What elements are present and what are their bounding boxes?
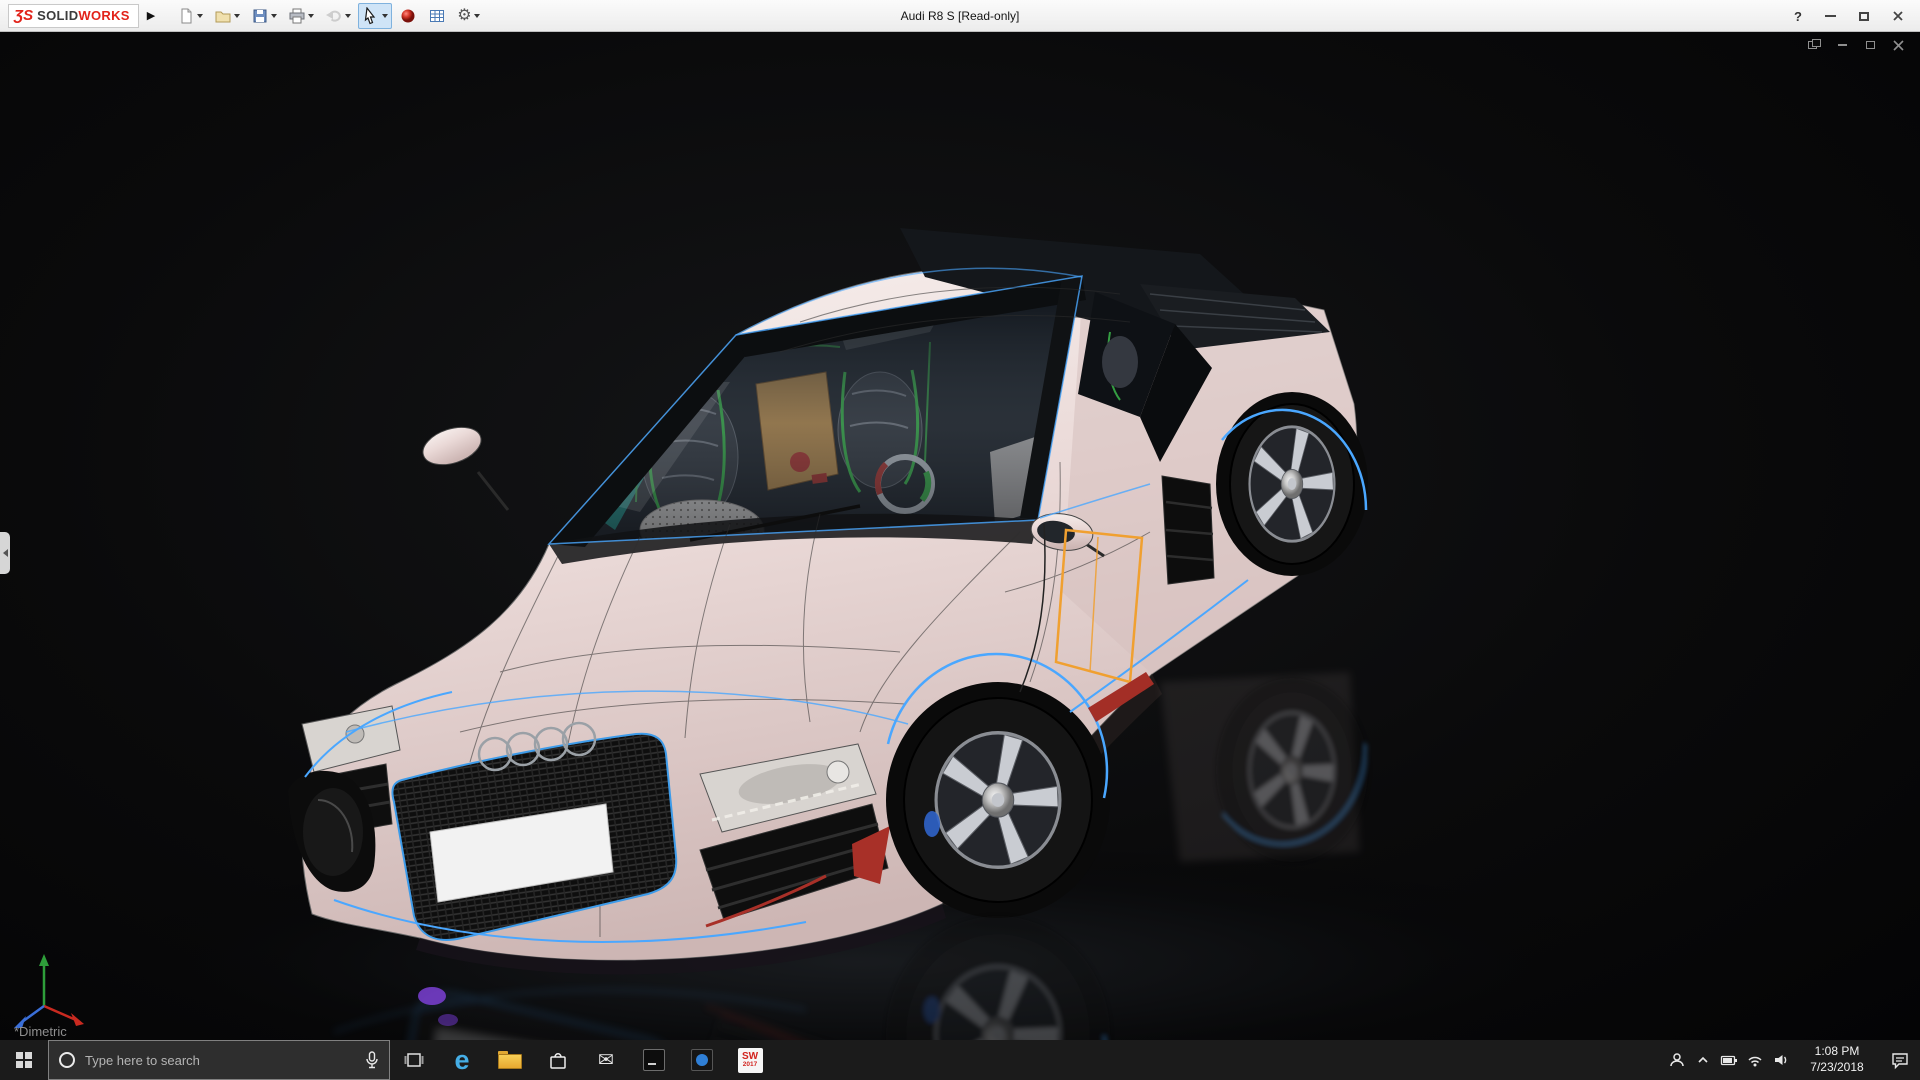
feature-manager-collapsed-tab[interactable] [0,532,10,574]
start-button[interactable] [0,1040,48,1080]
terminal-app-button[interactable] [630,1040,678,1080]
dropdown-caret-icon[interactable] [382,13,389,18]
select-button[interactable] [358,2,393,29]
edge-browser-button[interactable]: e [438,1040,486,1080]
graphics-viewport[interactable]: *Dimetric [0,32,1920,1040]
system-tray: 1:08 PM 7/23/2018 [1664,1040,1920,1080]
new-document-icon [181,8,192,23]
close-icon [1893,11,1903,21]
solidworks-2017-button[interactable]: SW 2017 [726,1040,774,1080]
view-orientation-label: *Dimetric [14,1024,67,1039]
battery-indicator[interactable] [1716,1040,1742,1080]
restore-button[interactable] [1848,4,1880,28]
mail-envelope-icon: ✉ [598,1049,614,1071]
model-canvas[interactable] [0,32,1920,1040]
taskbar-clock[interactable]: 1:08 PM 7/23/2018 [1794,1044,1880,1075]
select-cursor-icon [364,6,376,24]
brand-text-solid: SOLID [37,7,79,23]
reference-triad[interactable] [14,954,84,1028]
restore-document-icon[interactable] [1862,38,1878,52]
people-icon [1670,1053,1684,1067]
action-center-button[interactable] [1880,1040,1920,1080]
music-app-icon [691,1049,713,1071]
sw-icon-year: 2017 [742,1060,758,1068]
music-app-button[interactable] [678,1040,726,1080]
purple-reflection-blob [438,1014,458,1026]
undo-arrow-icon [326,10,342,22]
dropdown-caret-icon[interactable] [345,13,352,18]
dropdown-caret-icon[interactable] [308,13,315,18]
print-button[interactable] [284,3,318,29]
volume-indicator[interactable] [1768,1040,1794,1080]
display-grid-button[interactable] [424,3,450,29]
minimize-document-icon[interactable] [1834,38,1850,52]
search-placeholder-text: Type here to search [85,1052,200,1068]
red-sphere-icon [401,9,415,22]
printer-icon [289,8,305,23]
taskbar-search-box[interactable]: Type here to search [48,1040,390,1080]
wifi-icon [1748,1056,1762,1067]
dropdown-caret-icon[interactable] [197,13,204,18]
solidworks-logo: ƷS SOLIDWORKS [8,3,139,28]
file-explorer-button[interactable] [486,1040,534,1080]
rear-wheel-reflection [1216,678,1368,862]
minimize-icon [1824,15,1836,17]
title-bar: ƷS SOLIDWORKS ▶ ⚙ Audi R8 S [Read-only] … [0,0,1920,32]
action-center-icon [1892,1053,1908,1070]
open-folder-icon [215,11,231,22]
dropdown-caret-icon[interactable] [234,13,241,18]
chevron-up-icon [1698,1056,1708,1063]
options-button[interactable]: ⚙ [453,3,483,29]
windows-logo-icon [16,1052,32,1068]
save-button[interactable] [247,3,281,29]
new-document-button[interactable] [173,3,207,29]
open-document-button[interactable] [210,3,244,29]
store-button[interactable] [534,1040,582,1080]
restore-icon [1859,11,1869,21]
solidworks-2017-icon: SW 2017 [737,1047,763,1073]
solidworks-brand-icon: ƷS [14,7,34,24]
cascade-windows-icon[interactable] [1806,38,1822,52]
task-view-icon [404,1053,424,1067]
people-button[interactable] [1664,1040,1690,1080]
undo-button[interactable] [321,3,355,29]
network-indicator[interactable] [1742,1040,1768,1080]
window-controls: ? [1784,0,1914,32]
microphone-icon[interactable] [365,1051,379,1069]
close-document-icon[interactable] [1890,38,1906,52]
dropdown-caret-icon[interactable] [473,13,480,18]
chevron-left-icon [2,549,8,557]
edge-icon: e [454,1044,470,1075]
minimize-button[interactable] [1814,4,1846,28]
windows-taskbar: Type here to search e ✉ SW 2017 1:08 PM … [0,1040,1920,1080]
gear-icon: ⚙ [457,6,472,24]
quick-toolbar: ⚙ [173,2,483,29]
mail-button[interactable]: ✉ [582,1040,630,1080]
folder-icon [498,1051,522,1069]
cortana-icon [59,1052,75,1068]
brand-text-works: WORKS [78,7,130,23]
menu-flyout-icon[interactable]: ▶ [147,9,155,22]
document-window-controls [1806,38,1906,52]
task-view-button[interactable] [390,1040,438,1080]
document-title: Audi R8 S [Read-only] [900,9,1020,23]
purple-reflection-blob [418,987,446,1005]
clock-date: 7/23/2018 [1810,1060,1864,1074]
clock-time: 1:08 PM [1814,1044,1860,1059]
appearance-button[interactable] [395,3,421,29]
battery-icon [1720,1055,1737,1066]
speaker-icon [1775,1055,1787,1065]
close-button[interactable] [1882,4,1914,28]
terminal-icon [643,1049,665,1071]
help-button[interactable]: ? [1784,9,1812,24]
dropdown-caret-icon[interactable] [271,13,278,18]
mirror-left[interactable] [418,421,510,511]
grid-table-icon [430,9,445,22]
save-floppy-icon [253,9,267,22]
shopping-bag-icon [550,1053,566,1069]
wheel-rear-right[interactable] [1216,392,1368,576]
hidden-icons-button[interactable] [1690,1040,1716,1080]
